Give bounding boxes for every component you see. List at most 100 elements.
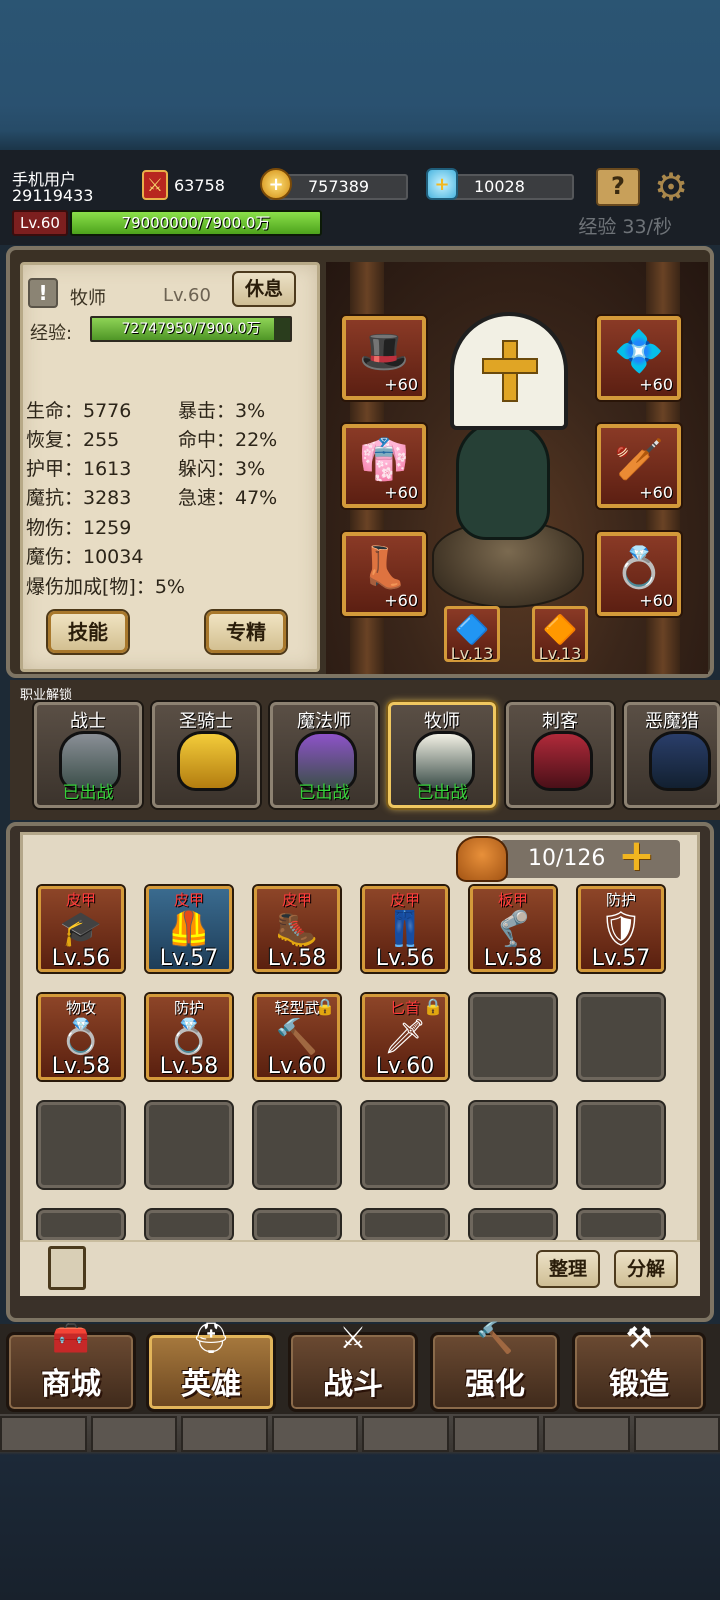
- expand-bag-icon[interactable]: +: [618, 834, 670, 878]
- rune-level: Lv.13: [538, 644, 582, 663]
- equip-plus: +60: [384, 591, 418, 610]
- empty-slot[interactable]: [578, 994, 664, 1080]
- empty-slot[interactable]: [254, 1102, 340, 1188]
- empty-slot[interactable]: [362, 1102, 448, 1188]
- empty-slot[interactable]: [470, 994, 556, 1080]
- empty-slot[interactable]: [146, 1102, 232, 1188]
- item-level: Lv.57: [591, 946, 651, 971]
- class-card-name: 圣骑士: [179, 711, 233, 732]
- equip-plus: +60: [384, 483, 418, 502]
- brick: [543, 1416, 630, 1452]
- alert-icon[interactable]: !: [28, 278, 58, 308]
- diamond-value: 10028: [474, 177, 525, 196]
- rune-slot-1[interactable]: 🔷 Lv.13: [444, 606, 500, 663]
- equip-slot-armor[interactable]: 👘 +60: [342, 424, 426, 508]
- class-card-assassin[interactable]: 刺客: [506, 702, 614, 808]
- item-category: 皮甲: [65, 891, 96, 909]
- bag-count: 10/126: [528, 846, 606, 871]
- diamond-add-icon[interactable]: +: [426, 168, 458, 200]
- stat-crit: 暴击：3%: [178, 400, 266, 422]
- equip-slot-ring[interactable]: 💍 +60: [597, 532, 681, 616]
- rest-button[interactable]: 休息: [232, 271, 296, 307]
- empty-slot[interactable]: [146, 1210, 232, 1240]
- sort-button[interactable]: 整理: [536, 1250, 600, 1288]
- class-card-paladin[interactable]: 圣骑士: [152, 702, 260, 808]
- equip-slot-helmet[interactable]: 🎩 +60: [342, 316, 426, 400]
- specialization-button[interactable]: 专精: [206, 611, 286, 653]
- hat-icon: 🎩: [359, 329, 409, 375]
- leather-hat-icon: 🎓: [59, 909, 103, 949]
- leather-armor-icon: 🦺: [167, 909, 211, 949]
- item-category: 防护: [605, 891, 636, 909]
- inventory-item[interactable]: 物攻 💍 Lv.58: [38, 994, 124, 1080]
- class-card-mage[interactable]: 魔法师 已出战: [270, 702, 378, 808]
- equip-slot-boots[interactable]: 👢 +60: [342, 532, 426, 616]
- hero-exp-bar: 72747950/7900.0万: [90, 316, 292, 342]
- nav-label: 英雄: [181, 1367, 241, 1402]
- equip-slot-amulet[interactable]: 💠 +60: [597, 316, 681, 400]
- class-unlock-title: 职业解锁: [20, 688, 73, 703]
- empty-slot[interactable]: [470, 1210, 556, 1240]
- skill-button[interactable]: 技能: [48, 611, 128, 653]
- empty-slot[interactable]: [470, 1102, 556, 1188]
- empty-slot[interactable]: [362, 1210, 448, 1240]
- club-icon: 🏏: [614, 437, 664, 483]
- nav-hero[interactable]: ⛑ 英雄: [146, 1321, 276, 1412]
- empty-slot[interactable]: [578, 1102, 664, 1188]
- rune-slot-2[interactable]: 🔶 Lv.13: [532, 606, 588, 663]
- class-card-name: 刺客: [542, 711, 578, 732]
- nav-battle[interactable]: ⚔ 战斗: [288, 1321, 418, 1412]
- item-category: 皮甲: [389, 891, 420, 909]
- mitre-cross-bar: [482, 358, 538, 374]
- leather-boots-icon: 🥾: [275, 909, 319, 949]
- hero-figure: [456, 420, 550, 540]
- lock-icon: 🔒: [315, 997, 335, 1016]
- inventory-item[interactable]: 轻型武 🔒 🔨 Lv.60: [254, 994, 340, 1080]
- inventory-item[interactable]: 皮甲 🎓 Lv.56: [38, 886, 124, 972]
- hero-level: Lv.60: [163, 285, 211, 306]
- decompose-button[interactable]: 分解: [614, 1250, 678, 1288]
- empty-slot[interactable]: [38, 1210, 124, 1240]
- dagger-icon: 🗡: [383, 1017, 427, 1057]
- nav-forge[interactable]: ⚒ 锻造: [572, 1321, 706, 1412]
- hero-class-name: 牧师: [70, 288, 106, 309]
- inventory-item[interactable]: 匕首 🔒 🗡 Lv.60: [362, 994, 448, 1080]
- brick: [90, 1416, 177, 1452]
- nav-enhance[interactable]: 🔨 强化: [430, 1321, 560, 1412]
- viking-helmet-icon: ⛑: [191, 1321, 231, 1356]
- stat-magic-dmg: 魔伤：10034: [26, 546, 144, 568]
- inventory-item[interactable]: 皮甲 🥾 Lv.58: [254, 886, 340, 972]
- brick: [0, 1416, 87, 1452]
- inventory-item[interactable]: 板甲 🦿 Lv.58: [470, 886, 556, 972]
- stat-crit-dmg: 爆伤加成[物]：5%: [26, 576, 185, 598]
- nav-label: 商城: [41, 1367, 101, 1402]
- inventory-item[interactable]: 皮甲 🦺 Lv.57: [146, 886, 232, 972]
- empty-slot[interactable]: [254, 1210, 340, 1240]
- rune-level: Lv.13: [450, 644, 494, 663]
- empty-slot[interactable]: [38, 1102, 124, 1188]
- class-card-name: 战士: [70, 711, 106, 732]
- inventory-item[interactable]: 防护 💍 Lv.58: [146, 994, 232, 1080]
- treasure-chest-icon: 🧰: [52, 1321, 90, 1356]
- item-level: Lv.58: [159, 1054, 219, 1079]
- nav-label: 战斗: [323, 1367, 383, 1402]
- player-xp-text: 79000000/7900.0万: [121, 214, 271, 232]
- guide-book-icon[interactable]: ?: [596, 168, 640, 206]
- inventory-item[interactable]: 防护 🛡 Lv.57: [578, 886, 664, 972]
- equip-slot-weapon[interactable]: 🏏 +60: [597, 424, 681, 508]
- nav-shop[interactable]: 🧰 商城: [6, 1321, 136, 1412]
- gear-icon[interactable]: ⚙: [650, 166, 692, 208]
- inventory-item[interactable]: 皮甲 👖 Lv.56: [362, 886, 448, 972]
- class-card-warrior[interactable]: 战士 已出战: [34, 702, 142, 808]
- class-card-priest[interactable]: 牧师 已出战: [388, 702, 496, 808]
- lock-icon: 🔒: [423, 997, 443, 1016]
- mace-icon: 🔨: [275, 1017, 319, 1057]
- stat-phys-dmg: 物伤：1259: [26, 517, 132, 539]
- empty-slot[interactable]: [578, 1210, 664, 1240]
- gold-add-icon[interactable]: +: [260, 168, 292, 200]
- gold-helmet-icon: [177, 731, 239, 791]
- book-icon[interactable]: [48, 1246, 86, 1290]
- class-card-demon-hunter[interactable]: 恶魔猎: [624, 702, 720, 808]
- brick: [181, 1416, 268, 1452]
- item-category: 防护: [173, 999, 204, 1017]
